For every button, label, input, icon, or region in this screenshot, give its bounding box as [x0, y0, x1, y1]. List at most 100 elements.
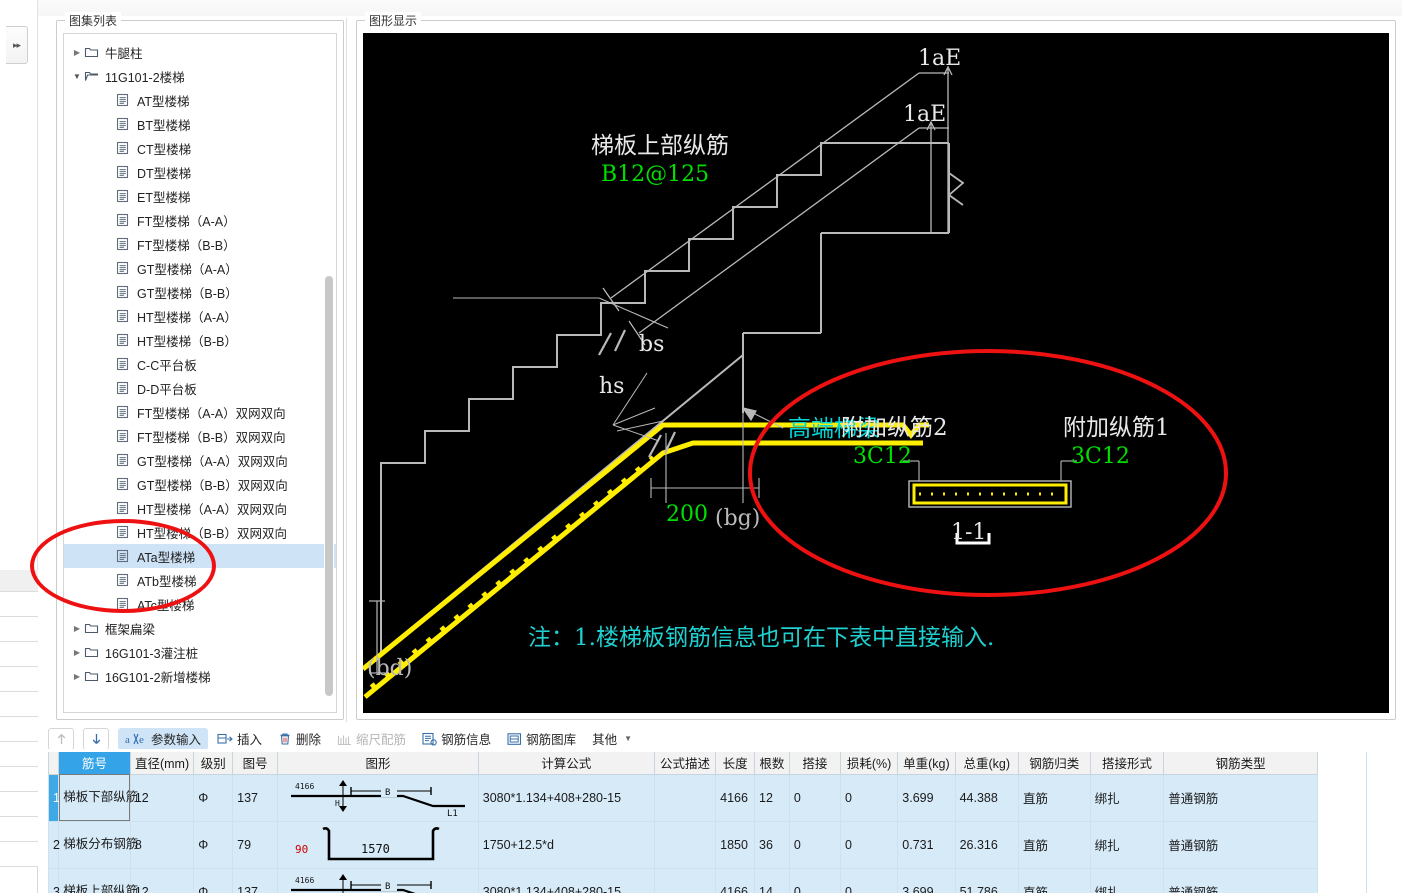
tree-item-13[interactable]: C-C平台板	[64, 352, 336, 376]
cell-dia[interactable]: 8	[129, 820, 195, 869]
toolbar-other-button[interactable]: 其他 ▼	[585, 728, 639, 750]
tree-item-4[interactable]: CT型楼梯	[64, 136, 336, 160]
cell-lap[interactable]: 0	[788, 773, 841, 822]
column-header-tot[interactable]: 总重(kg)	[954, 752, 1020, 775]
tree-item-3[interactable]: BT型楼梯	[64, 112, 336, 136]
column-header-name[interactable]: 筋号	[58, 752, 131, 775]
cell-len[interactable]: 4166	[715, 867, 756, 893]
tree-item-11[interactable]: HT型楼梯（A-A）	[64, 304, 336, 328]
cell-len[interactable]: 1850	[715, 820, 756, 869]
atlas-tree-scroll[interactable]: ▶ 牛腿柱 ▼ 11G101-2楼梯 AT型楼梯 BT型楼梯 CT型楼梯 DT型楼梯 ET型楼梯…	[64, 34, 336, 712]
tree-item-23[interactable]: ATc型楼梯	[64, 592, 336, 616]
tree-item-6[interactable]: ET型楼梯	[64, 184, 336, 208]
toolbar-param-input-button[interactable]: a e 参数输入	[118, 727, 209, 750]
cell-tu[interactable]: 79	[232, 820, 279, 869]
tree-item-24[interactable]: ▶ 框架扁梁	[64, 616, 336, 640]
cell-rebar-name[interactable]: 梯板下部纵筋	[58, 773, 138, 822]
column-header-shape[interactable]: 图形	[277, 752, 479, 775]
atlas-tree-container[interactable]: ▶ 牛腿柱 ▼ 11G101-2楼梯 AT型楼梯 BT型楼梯 CT型楼梯 DT型楼梯 ET型楼梯…	[63, 33, 337, 713]
cell-fdesc[interactable]	[653, 773, 717, 822]
cell-lapform[interactable]: 绑扎	[1089, 773, 1165, 822]
row-number[interactable]: 1	[48, 773, 60, 822]
tree-item-21[interactable]: ATa型楼梯	[64, 544, 336, 568]
tree-scrollbar-thumb[interactable]	[325, 276, 333, 696]
row-number[interactable]: 2	[48, 820, 60, 869]
cell-unit[interactable]: 3.699	[897, 867, 956, 893]
cell-loss[interactable]: 0	[839, 773, 899, 822]
rebar-table-container[interactable]: 筋号 直径(mm) 级别 图号 图形 计算公式 公式描述 长度 根数 搭接 损耗(%) 单重(kg) 总…	[48, 752, 1402, 893]
cell-shape[interactable]: 90 1570	[277, 820, 479, 869]
panel-expand-button[interactable]: ▸▸	[6, 26, 28, 64]
cell-grade[interactable]: Φ	[193, 820, 234, 869]
toolbar-rebar-library-button[interactable]: 钢筋图库	[500, 728, 583, 750]
cell-tu[interactable]: 137	[232, 867, 279, 893]
cell-lap[interactable]: 0	[788, 867, 841, 893]
cell-loss[interactable]: 0	[839, 820, 899, 869]
cell-class[interactable]: 直筋	[1018, 773, 1091, 822]
column-header-cnt[interactable]: 根数	[754, 752, 790, 775]
column-header-tu[interactable]: 图号	[232, 752, 279, 775]
toolbar-insert-button[interactable]: 插入	[210, 728, 269, 750]
cell-class[interactable]: 直筋	[1018, 820, 1091, 869]
cell-grade[interactable]: Φ	[193, 773, 234, 822]
cell-cnt[interactable]: 14	[754, 867, 790, 893]
cell-tu[interactable]: 137	[232, 773, 279, 822]
cell-formula[interactable]: 3080*1.134+408+280-15	[477, 773, 655, 822]
cell-loss[interactable]: 0	[839, 867, 899, 893]
table-row[interactable]: 1 梯板下部纵筋 12 Φ 137 4166 H B L1 3080*1.134+408+280-…	[48, 773, 1318, 822]
column-header-lap[interactable]: 搭接	[788, 752, 841, 775]
tree-item-16[interactable]: FT型楼梯（B-B）双网双向	[64, 424, 336, 448]
tree-item-10[interactable]: GT型楼梯（B-B）	[64, 280, 336, 304]
column-header-grade[interactable]: 级别	[193, 752, 234, 775]
cell-lap[interactable]: 0	[788, 820, 841, 869]
cell-unit[interactable]: 0.731	[897, 820, 956, 869]
cell-tot[interactable]: 26.316	[954, 820, 1020, 869]
row-number[interactable]: 3	[48, 867, 60, 893]
cell-tot[interactable]: 51.786	[954, 867, 1020, 893]
cell-cnt[interactable]: 36	[754, 820, 790, 869]
tree-item-7[interactable]: FT型楼梯（A-A）	[64, 208, 336, 232]
cell-class[interactable]: 直筋	[1018, 867, 1091, 893]
tree-item-17[interactable]: GT型楼梯（A-A）双网双向	[64, 448, 336, 472]
tree-item-2[interactable]: AT型楼梯	[64, 88, 336, 112]
column-header-unit[interactable]: 单重(kg)	[897, 752, 956, 775]
cell-type[interactable]: 普通钢筋	[1163, 820, 1318, 869]
cell-rebar-name[interactable]: 梯板上部纵筋	[58, 867, 138, 893]
chevron-down-icon[interactable]: ▼	[624, 734, 632, 743]
toolbar-move-down-button[interactable]	[83, 727, 109, 750]
cell-unit[interactable]: 3.699	[897, 773, 956, 822]
cad-drawing-canvas[interactable]: 梯板上部纵筋 B12@125 1aE 1aE bs hs 高端梯梁 200 (b…	[363, 33, 1389, 713]
cell-shape[interactable]: 4166 H B L1	[277, 773, 479, 822]
tree-item-20[interactable]: HT型楼梯（B-B）双网双向	[64, 520, 336, 544]
tree-item-5[interactable]: DT型楼梯	[64, 160, 336, 184]
cell-formula[interactable]: 3080*1.134+408+280-15	[477, 867, 655, 893]
tree-item-15[interactable]: FT型楼梯（A-A）双网双向	[64, 400, 336, 424]
chevron-right-icon[interactable]: ▶	[70, 672, 84, 681]
cell-type[interactable]: 普通钢筋	[1163, 867, 1318, 893]
column-header-class[interactable]: 钢筋归类	[1018, 752, 1091, 775]
column-header-len[interactable]: 长度	[715, 752, 756, 775]
chevron-right-icon[interactable]: ▶	[70, 48, 84, 57]
column-header-formula[interactable]: 计算公式	[477, 752, 655, 775]
tree-item-14[interactable]: D-D平台板	[64, 376, 336, 400]
toolbar-delete-button[interactable]: 删除	[271, 728, 328, 750]
cell-grade[interactable]: Φ	[193, 867, 234, 893]
cell-len[interactable]: 4166	[715, 773, 756, 822]
tree-item-22[interactable]: ATb型楼梯	[64, 568, 336, 592]
toolbar-rebar-info-button[interactable]: 钢筋信息	[415, 728, 498, 750]
chevron-right-icon[interactable]: ▶	[70, 624, 84, 633]
cell-fdesc[interactable]	[653, 820, 717, 869]
table-row[interactable]: 3梯板上部纵筋12Φ137 4166HBL1 3080*1.134+408+280-…	[48, 867, 1318, 893]
cell-formula[interactable]: 1750+12.5*d	[477, 820, 655, 869]
atlas-tree-list[interactable]: ▶ 牛腿柱 ▼ 11G101-2楼梯 AT型楼梯 BT型楼梯 CT型楼梯 DT型楼梯 ET型楼梯…	[64, 34, 336, 692]
tree-item-18[interactable]: GT型楼梯（B-B）双网双向	[64, 472, 336, 496]
tree-item-19[interactable]: HT型楼梯（A-A）双网双向	[64, 496, 336, 520]
tree-item-8[interactable]: FT型楼梯（B-B）	[64, 232, 336, 256]
tree-item-26[interactable]: ▶ 16G101-2新增楼梯	[64, 664, 336, 688]
cell-type[interactable]: 普通钢筋	[1163, 773, 1318, 822]
column-header-lapform[interactable]: 搭接形式	[1089, 752, 1165, 775]
chevron-down-icon[interactable]: ▼	[70, 72, 84, 81]
cell-cnt[interactable]: 12	[754, 773, 790, 822]
table-row[interactable]: 2 梯板分布钢筋 8 Φ 79 90 1570 1750+12.5*d 1850 36 0 0 0.73…	[48, 820, 1318, 869]
column-header-fdesc[interactable]: 公式描述	[653, 752, 717, 775]
